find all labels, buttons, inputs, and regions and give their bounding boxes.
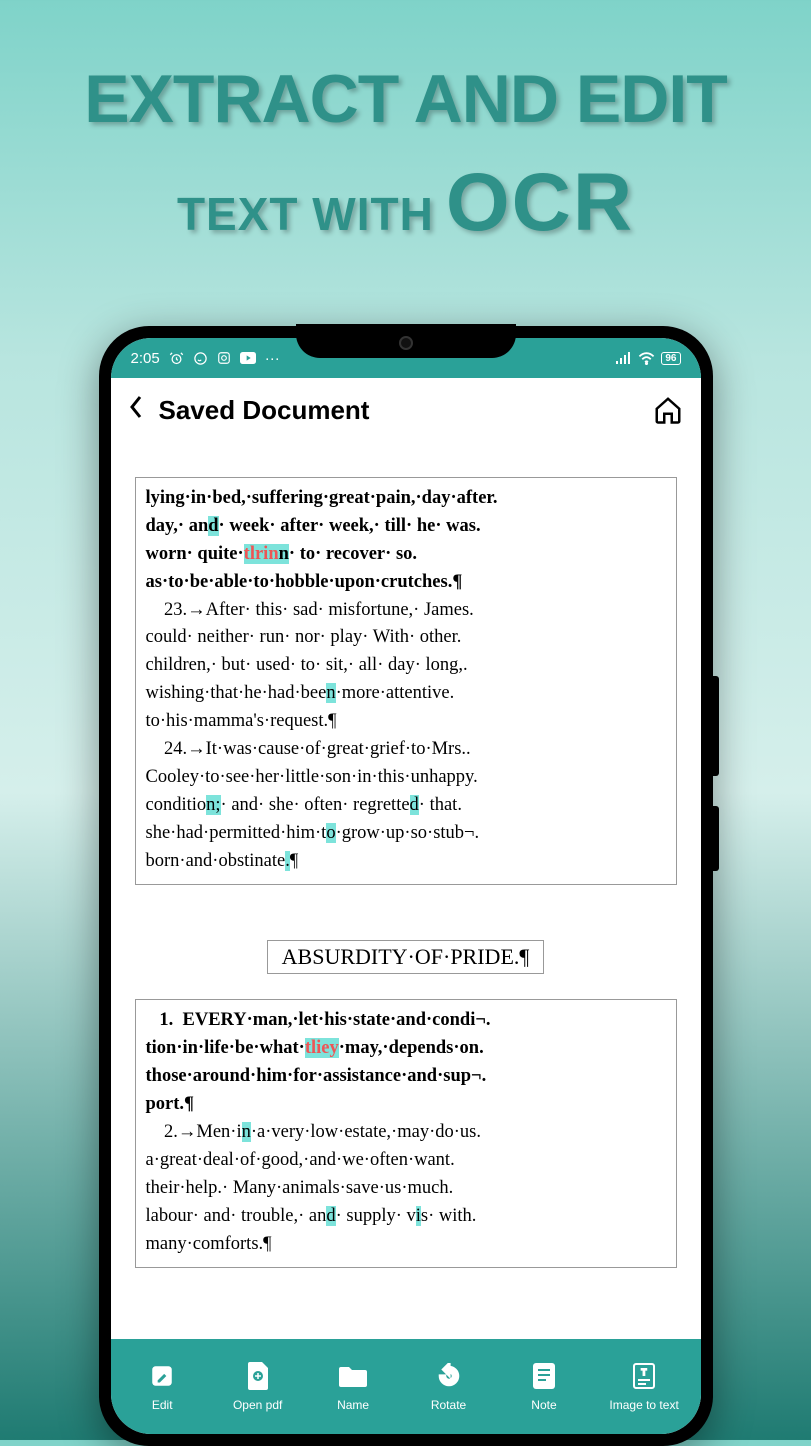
back-button[interactable] (129, 394, 143, 426)
wifi-icon (638, 352, 655, 365)
folder-icon (339, 1362, 367, 1390)
phone-frame: 2:05 ··· 96 Saved Document lying·in·bed,… (99, 326, 713, 1446)
whatsapp-icon (193, 351, 208, 366)
note-icon (530, 1362, 558, 1390)
status-right: 96 (616, 352, 680, 365)
instagram-icon (217, 351, 231, 365)
edit-icon (148, 1362, 176, 1390)
promo-banner: EXTRACT AND EDIT TEXT WITHOCR (0, 0, 811, 250)
signal-icon (616, 352, 632, 364)
app-header: Saved Document (111, 378, 701, 442)
side-button-1 (713, 676, 719, 776)
phone-screen: 2:05 ··· 96 Saved Document lying·in·bed,… (111, 338, 701, 1434)
page-title: Saved Document (159, 395, 637, 426)
section-title: ABSURDITY·OF·PRIDE.¶ (267, 940, 545, 974)
text-block-1: lying·in·bed,·suffering·great·pain,·day·… (135, 477, 677, 885)
bottom-toolbar: Edit Open pdf Name Rotate Note T Image t… (111, 1339, 701, 1434)
edit-button[interactable]: Edit (132, 1362, 192, 1412)
status-time: 2:05 (131, 350, 160, 367)
document-content[interactable]: lying·in·bed,·suffering·great·pain,·day·… (111, 442, 701, 1339)
alarm-icon (169, 351, 184, 366)
open-pdf-button[interactable]: Open pdf (228, 1362, 288, 1412)
pdf-icon (244, 1362, 272, 1390)
camera-dot (399, 336, 413, 350)
svg-text:T: T (642, 1368, 647, 1377)
note-button[interactable]: Note (514, 1362, 574, 1412)
promo-line1: EXTRACT AND EDIT (0, 60, 811, 138)
rotate-icon (435, 1362, 463, 1390)
rotate-button[interactable]: Rotate (419, 1362, 479, 1412)
battery-indicator: 96 (661, 352, 680, 365)
side-button-2 (713, 806, 719, 871)
more-icon: ··· (265, 350, 280, 367)
promo-line2: TEXT WITHOCR (0, 156, 811, 250)
name-button[interactable]: Name (323, 1362, 383, 1412)
home-button[interactable] (653, 395, 683, 425)
youtube-icon (240, 352, 256, 364)
status-left: 2:05 ··· (131, 350, 280, 367)
ocr-icon: T (630, 1362, 658, 1390)
image-to-text-button[interactable]: T Image to text (609, 1362, 678, 1412)
text-block-2: 1. EVERY·man,·let·his·state·and·condi¬. … (135, 999, 677, 1268)
